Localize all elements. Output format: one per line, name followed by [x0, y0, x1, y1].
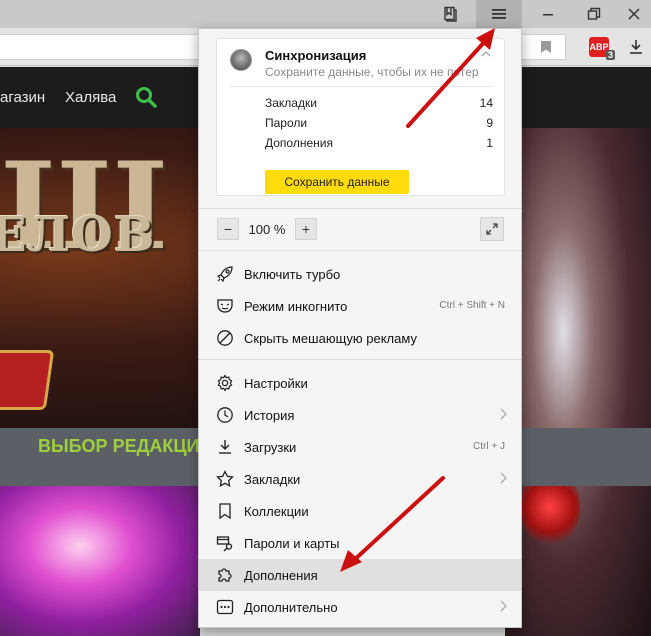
bookmark-page-icon[interactable]: [536, 37, 556, 57]
url-input[interactable]: [0, 34, 200, 60]
menu-item-shortcut: Ctrl + J: [473, 441, 505, 452]
menu-item-hide-ads[interactable]: Скрыть мешающую рекламу: [199, 322, 521, 354]
sync-card[interactable]: Синхронизация Сохраните данные, чтобы их…: [216, 38, 505, 196]
sync-row-bookmarks: Закладки 14: [265, 96, 493, 110]
save-data-button[interactable]: Сохранить данные: [265, 170, 409, 194]
clock-icon: [215, 405, 235, 425]
divider: [199, 250, 521, 251]
sync-divider: [230, 86, 493, 87]
bookmarks-manager-icon[interactable]: [428, 0, 472, 28]
menu-item-turbo[interactable]: Включить турбо: [199, 258, 521, 290]
menu-item-settings[interactable]: Настройки: [199, 367, 521, 399]
hero-character-art: [505, 128, 651, 636]
menu-item-label: Коллекции: [244, 504, 309, 519]
editor-choice-heading: ВЫБОР РЕДАКЦИИ: [38, 436, 213, 456]
menu-item-label: История: [244, 408, 295, 423]
avatar[interactable]: [230, 49, 252, 71]
chevron-up-icon[interactable]: [480, 48, 492, 63]
menu-item-incognito[interactable]: Режим инкогнито Ctrl + Shift + N: [199, 290, 521, 322]
sync-subtitle: Сохраните данные, чтобы их не потер...: [265, 65, 479, 79]
menu-item-label: Режим инкогнито: [244, 299, 348, 314]
collections-bookmark-icon: [215, 501, 235, 521]
gear-icon: [215, 373, 235, 393]
sync-row-label: Закладки: [265, 96, 317, 110]
chevron-right-icon: [499, 472, 507, 487]
menu-item-label: Включить турбо: [244, 267, 341, 282]
search-icon[interactable]: [135, 86, 157, 111]
article-thumbnail[interactable]: [0, 486, 200, 636]
divider: [199, 208, 521, 209]
puzzle-icon: [215, 565, 235, 585]
menu-item-shortcut: Ctrl + Shift + N: [439, 300, 505, 311]
menu-item-more[interactable]: Дополнительно: [199, 591, 521, 623]
zoom-out-button[interactable]: −: [217, 218, 239, 240]
menu-item-label: Загрузки: [244, 440, 297, 455]
rocket-icon: [215, 264, 235, 284]
menu-item-label: Закладки: [244, 472, 301, 487]
download-icon[interactable]: [625, 37, 647, 57]
menu-item-label: Дополнения: [244, 568, 318, 583]
menu-item-label: Скрыть мешающую рекламу: [244, 331, 417, 346]
sync-title: Синхронизация: [265, 48, 367, 63]
menu-item-extensions[interactable]: Дополнения: [199, 559, 521, 591]
sync-row-label: Пароли: [265, 116, 308, 130]
star-icon: [215, 469, 235, 489]
divider: [199, 359, 521, 360]
game-logo-text: ЕЛОВ: [0, 207, 156, 263]
menu-item-passwords-cards[interactable]: Пароли и карты: [199, 527, 521, 559]
browser-titlebar: [0, 0, 651, 28]
hamburger-menu-icon[interactable]: [476, 0, 522, 28]
nav-link-shop[interactable]: агазин: [0, 89, 45, 106]
chevron-right-icon: [499, 408, 507, 423]
download-icon: [215, 437, 235, 457]
sync-row-label: Дополнения: [265, 136, 333, 150]
sync-row-value: 9: [486, 116, 493, 130]
block-ads-icon: [215, 328, 235, 348]
adblock-count-badge: 3: [605, 50, 615, 60]
maximize-icon[interactable]: [572, 0, 616, 28]
close-icon[interactable]: [617, 0, 651, 28]
sync-row-value: 14: [479, 96, 493, 110]
menu-item-label: Настройки: [244, 376, 308, 391]
zoom-in-button[interactable]: +: [295, 218, 317, 240]
sync-row-value: 1: [486, 136, 493, 150]
menu-item-label: Дополнительно: [244, 600, 338, 615]
zoom-level: 100 %: [248, 222, 286, 237]
more-dots-icon: [215, 597, 235, 617]
hero-promo-button[interactable]: [0, 350, 55, 410]
sync-row-extensions: Дополнения 1: [265, 136, 493, 150]
chevron-right-icon: [499, 600, 507, 615]
adblock-extension-icon[interactable]: ABP 3: [585, 37, 615, 60]
menu-item-collections[interactable]: Коллекции: [199, 495, 521, 527]
nav-link-freebies[interactable]: Халява: [65, 89, 116, 106]
menu-item-history[interactable]: История: [199, 399, 521, 431]
menu-item-label: Пароли и карты: [244, 536, 340, 551]
fullscreen-icon[interactable]: [480, 217, 504, 241]
key-card-icon: [215, 533, 235, 553]
sync-row-passwords: Пароли 9: [265, 116, 493, 130]
menu-item-bookmarks[interactable]: Закладки: [199, 463, 521, 495]
menu-item-downloads[interactable]: Загрузки Ctrl + J: [199, 431, 521, 463]
incognito-mask-icon: [215, 296, 235, 316]
browser-main-menu: Синхронизация Сохраните данные, чтобы их…: [198, 28, 522, 628]
minimize-icon[interactable]: [526, 0, 570, 28]
